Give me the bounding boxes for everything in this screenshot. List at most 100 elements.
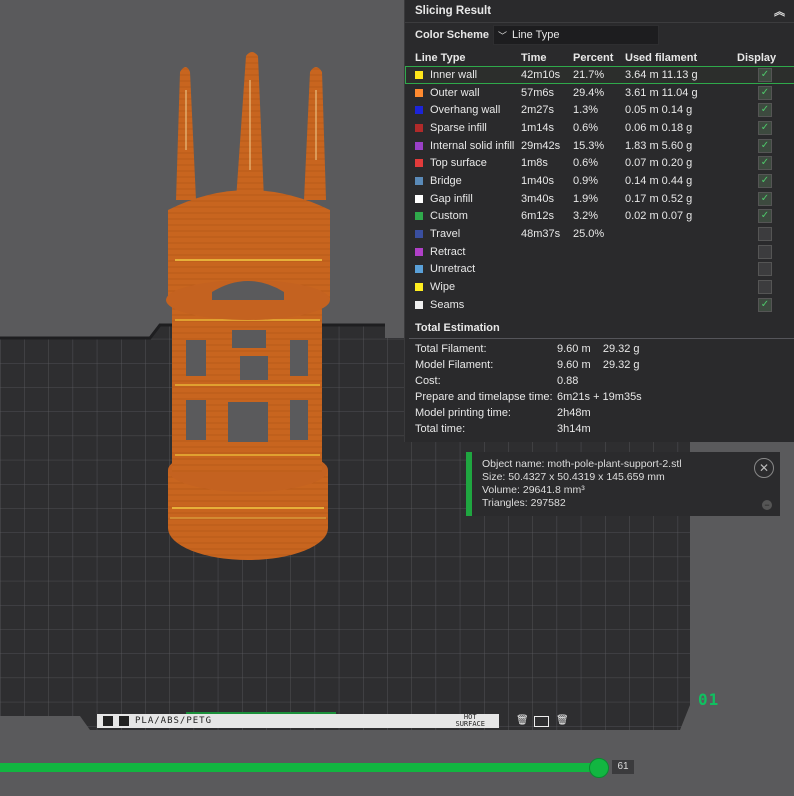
line-type-row[interactable]: Overhang wall 2m27s 1.3% 0.05 m 0.14 g ✓ (405, 101, 794, 119)
trash-icon[interactable]: 🗑 (556, 715, 569, 726)
layer-slider-thumb[interactable] (589, 758, 609, 778)
line-type-percent: 1.3% (573, 104, 599, 117)
line-type-time: 29m42s (521, 139, 561, 152)
col-time: Time (521, 51, 547, 64)
line-type-percent: 0.6% (573, 157, 599, 170)
display-checkbox[interactable]: ✓ (758, 138, 772, 153)
display-checkbox[interactable]: ✓ (758, 67, 772, 82)
trash-icon[interactable]: 🗑 (516, 715, 529, 726)
display-checkbox[interactable]: ✓ (758, 262, 772, 277)
line-type-row[interactable]: Custom 6m12s 3.2% 0.02 m 0.07 g ✓ (405, 208, 794, 226)
minimize-icon[interactable]: − (762, 500, 772, 510)
total-value: 9.60 m 29.32 g (557, 358, 640, 371)
line-type-row[interactable]: Travel 48m37s 25.0% ✓ (405, 225, 794, 243)
color-swatch (415, 106, 423, 115)
plate-number: 01 (698, 690, 720, 709)
color-scheme-select[interactable]: ﹀ Line Type (493, 25, 659, 45)
panel-header: Slicing Result ︽ (405, 0, 794, 23)
chevron-down-icon: ﹀ (498, 30, 508, 41)
line-type-filament: 0.17 m 0.52 g (625, 192, 693, 205)
display-checkbox[interactable]: ✓ (758, 280, 772, 295)
color-swatch (415, 247, 423, 256)
model-moth-pole-plant-support[interactable] (166, 52, 330, 560)
line-type-name: Inner wall (415, 69, 521, 81)
total-label: Cost: (415, 374, 441, 387)
layer-slider-track[interactable] (0, 763, 600, 772)
total-value: 9.60 m 29.32 g (557, 342, 640, 355)
line-type-table: Inner wall 42m10s 21.7% 3.64 m 11.13 g ✓… (405, 66, 794, 314)
line-type-name: Seams (415, 299, 521, 311)
color-swatch (415, 88, 423, 97)
line-type-percent: 0.6% (573, 121, 599, 134)
color-swatch (415, 159, 423, 168)
line-type-row[interactable]: Bridge 1m40s 0.9% 0.14 m 0.44 g ✓ (405, 172, 794, 190)
line-type-percent: 21.7% (573, 68, 605, 81)
object-name: Object name: moth-pole-plant-support-2.s… (482, 458, 682, 470)
line-type-row[interactable]: Gap infill 3m40s 1.9% 0.17 m 0.52 g ✓ (405, 190, 794, 208)
display-checkbox[interactable]: ✓ (758, 120, 772, 135)
line-type-row[interactable]: Wipe ✓ (405, 278, 794, 296)
color-swatch (415, 265, 423, 274)
line-type-filament: 0.05 m 0.14 g (625, 104, 693, 117)
color-swatch (415, 212, 423, 221)
line-type-time: 48m37s (521, 228, 561, 241)
total-estimation-list: Total Filament: 9.60 m 29.32 g Model Fila… (405, 339, 794, 437)
color-swatch (415, 300, 423, 309)
panel-title: Slicing Result (415, 5, 492, 17)
line-type-percent: 1.9% (573, 192, 599, 205)
display-checkbox[interactable]: ✓ (758, 191, 772, 206)
display-checkbox[interactable]: ✓ (758, 227, 772, 242)
color-swatch (415, 141, 423, 150)
line-type-row[interactable]: Seams ✓ (405, 296, 794, 314)
line-type-label: Travel (430, 228, 461, 241)
line-type-percent: 0.9% (573, 174, 599, 187)
total-row: Model printing time: 2h48m (405, 405, 794, 421)
color-swatch (415, 176, 423, 185)
line-type-label: Custom (430, 210, 468, 223)
col-line-type: Line Type (415, 51, 466, 64)
display-checkbox[interactable]: ✓ (758, 297, 772, 312)
color-scheme-value: Line Type (512, 29, 560, 41)
color-scheme-row: Color Scheme ﹀ Line Type (405, 23, 794, 47)
line-type-filament: 0.14 m 0.44 g (625, 174, 693, 187)
total-value: 2h48m (557, 406, 591, 419)
line-type-row[interactable]: Retract ✓ (405, 243, 794, 261)
display-checkbox[interactable]: ✓ (758, 103, 772, 118)
line-type-time: 1m14s (521, 121, 555, 134)
line-type-row[interactable]: Sparse infill 1m14s 0.6% 0.06 m 0.18 g ✓ (405, 119, 794, 137)
line-type-table-header: Line Type Time Percent Used filament Dis… (405, 49, 794, 66)
line-type-label: Gap infill (430, 192, 473, 205)
bed-label-strip: PLA/ABS/PETG HOT SURFACE (97, 714, 499, 728)
qr-code-icon (119, 716, 129, 726)
line-type-name: Gap infill (415, 193, 521, 205)
line-type-label: Top surface (430, 157, 487, 170)
hot-surface-label: HOT SURFACE (455, 714, 485, 728)
col-used-filament: Used filament (625, 51, 698, 64)
display-checkbox[interactable]: ✓ (758, 173, 772, 188)
total-row: Prepare and timelapse time: 6m21s + 19m3… (405, 389, 794, 405)
total-label: Model printing time: (415, 406, 511, 419)
display-checkbox[interactable]: ✓ (758, 244, 772, 259)
line-type-row[interactable]: Outer wall 57m6s 29.4% 3.61 m 11.04 g ✓ (405, 84, 794, 102)
chevron-up-icon[interactable]: ︽ (774, 3, 785, 19)
object-size: Size: 50.4327 x 50.4319 x 145.659 mm (482, 471, 665, 483)
color-scheme-label: Color Scheme (415, 29, 489, 41)
line-type-row[interactable]: Internal solid infill 29m42s 15.3% 1.83 … (405, 137, 794, 155)
display-checkbox[interactable]: ✓ (758, 209, 772, 224)
display-checkbox[interactable]: ✓ (758, 156, 772, 171)
line-type-filament: 0.07 m 0.20 g (625, 157, 693, 170)
line-type-time: 1m40s (521, 174, 555, 187)
hot-label-line-2: SURFACE (455, 720, 485, 728)
line-type-row[interactable]: Inner wall 42m10s 21.7% 3.64 m 11.13 g ✓ (405, 66, 794, 84)
close-icon[interactable]: ✕ (754, 458, 774, 478)
qr-code-icon (103, 716, 113, 726)
line-type-label: Sparse infill (430, 121, 487, 134)
frame-icon[interactable] (534, 716, 549, 727)
line-type-row[interactable]: Top surface 1m8s 0.6% 0.07 m 0.20 g ✓ (405, 154, 794, 172)
line-type-row[interactable]: Unretract ✓ (405, 261, 794, 279)
line-type-time: 42m10s (521, 68, 561, 81)
line-type-label: Internal solid infill (430, 139, 515, 152)
display-checkbox[interactable]: ✓ (758, 85, 772, 100)
object-triangles: Triangles: 297582 (482, 497, 566, 509)
total-row: Cost: 0.88 (405, 373, 794, 389)
